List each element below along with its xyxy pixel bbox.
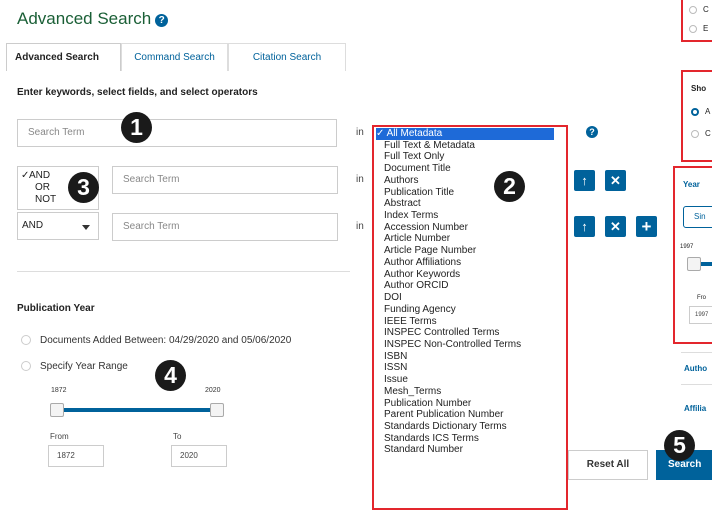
slider-min-value: 1872 bbox=[51, 387, 67, 394]
slider-max-value: 2020 bbox=[205, 387, 221, 394]
field-option[interactable]: Standards ICS Terms bbox=[376, 433, 566, 445]
reset-all-button[interactable]: Reset All bbox=[568, 450, 648, 480]
right-panel-top-box: C E bbox=[681, 0, 712, 42]
to-year-input[interactable]: 2020 bbox=[171, 445, 227, 467]
remove-row-icon[interactable]: ✕ bbox=[605, 216, 626, 237]
right-single-button[interactable]: Sin bbox=[683, 206, 712, 228]
field-option[interactable]: Index Terms bbox=[376, 210, 566, 222]
search-term-input-3[interactable]: Search Term bbox=[112, 213, 338, 241]
tab-command-search[interactable]: Command Search bbox=[121, 43, 228, 71]
field-option-selected[interactable]: ✓ All Metadata bbox=[376, 128, 554, 140]
right-from-input[interactable]: 1997 bbox=[689, 306, 712, 324]
field-option[interactable]: Publication Number bbox=[376, 398, 566, 410]
right-option-c2: C bbox=[705, 129, 711, 138]
instruction-text: Enter keywords, select fields, and selec… bbox=[17, 87, 258, 98]
field-option[interactable]: Article Number bbox=[376, 233, 566, 245]
right-option-e: E bbox=[703, 24, 709, 33]
year-range-label: Specify Year Range bbox=[40, 361, 128, 372]
field-option[interactable]: Issue bbox=[376, 374, 566, 386]
annotation-badge-2: 2 bbox=[494, 171, 525, 202]
field-option[interactable]: Author Keywords bbox=[376, 269, 566, 281]
in-label-3: in bbox=[356, 221, 364, 232]
in-label-1: in bbox=[356, 127, 364, 138]
right-radio-c[interactable] bbox=[689, 6, 697, 14]
right-show-label: Sho bbox=[691, 84, 707, 93]
from-year-input[interactable]: 1872 bbox=[48, 445, 104, 467]
check-icon: ✓ bbox=[376, 128, 385, 139]
documents-added-label: Documents Added Between: 04/29/2020 and … bbox=[40, 335, 292, 346]
help-icon[interactable]: ? bbox=[155, 14, 169, 27]
chevron-down-icon bbox=[82, 225, 90, 230]
right-divider bbox=[681, 384, 712, 385]
page-title: Advanced Search? bbox=[17, 9, 169, 29]
field-option[interactable]: ISSN bbox=[376, 362, 566, 374]
field-option[interactable]: Full Text & Metadata bbox=[376, 140, 566, 152]
right-radio-a[interactable] bbox=[691, 108, 699, 116]
field-option[interactable]: Authors bbox=[376, 175, 566, 187]
tab-advanced-search[interactable]: Advanced Search bbox=[6, 43, 121, 71]
search-term-input-2[interactable]: Search Term bbox=[112, 166, 338, 194]
tab-citation-search[interactable]: Citation Search bbox=[228, 43, 346, 71]
search-term-input-1[interactable]: Search Term bbox=[17, 119, 337, 147]
move-up-icon[interactable]: ↑ bbox=[574, 170, 595, 191]
right-slider-value: 1997 bbox=[680, 244, 694, 250]
check-icon: ✓ bbox=[21, 170, 30, 181]
radio-documents-added[interactable] bbox=[21, 335, 31, 345]
field-option[interactable]: Document Title bbox=[376, 163, 566, 175]
publication-year-label: Publication Year bbox=[17, 303, 95, 314]
annotation-badge-5: 5 bbox=[664, 430, 695, 461]
right-option-a: A bbox=[705, 107, 711, 116]
search-tabs: Advanced Search Command Search Citation … bbox=[6, 43, 346, 71]
field-option[interactable]: Parent Publication Number bbox=[376, 409, 566, 421]
field-option[interactable]: Abstract bbox=[376, 198, 566, 210]
help-icon[interactable]: ? bbox=[586, 126, 598, 138]
right-option-c: C bbox=[703, 5, 709, 14]
page-title-text: Advanced Search bbox=[17, 9, 152, 28]
field-option[interactable]: IEEE Terms bbox=[376, 316, 566, 328]
field-option[interactable]: INSPEC Controlled Terms bbox=[376, 327, 566, 339]
field-option[interactable]: Mesh_Terms bbox=[376, 386, 566, 398]
year-slider-track[interactable] bbox=[57, 408, 221, 412]
field-option[interactable]: Funding Agency bbox=[376, 304, 566, 316]
field-dropdown-list[interactable]: ✓ All Metadata Full Text & Metadata Full… bbox=[372, 125, 568, 510]
annotation-badge-1: 1 bbox=[121, 112, 152, 143]
right-from-label: Fro bbox=[697, 295, 706, 301]
annotation-badge-3: 3 bbox=[68, 172, 99, 203]
field-option[interactable]: Accession Number bbox=[376, 222, 566, 234]
right-radio-e[interactable] bbox=[689, 25, 697, 33]
right-slider-handle[interactable] bbox=[687, 257, 701, 271]
field-option[interactable]: Article Page Number bbox=[376, 245, 566, 257]
in-label-2: in bbox=[356, 174, 364, 185]
field-option[interactable]: Publication Title bbox=[376, 187, 566, 199]
right-year-label: Year bbox=[683, 180, 700, 189]
from-label: From bbox=[50, 432, 69, 441]
field-option[interactable]: DOI bbox=[376, 292, 566, 304]
operator-select[interactable]: AND bbox=[17, 212, 99, 240]
operator-select-value: AND bbox=[22, 220, 44, 231]
slider-handle-min[interactable] bbox=[50, 403, 64, 417]
right-divider bbox=[681, 352, 712, 353]
right-radio-c2[interactable] bbox=[691, 130, 699, 138]
field-option[interactable]: Full Text Only bbox=[376, 151, 566, 163]
annotation-badge-4: 4 bbox=[155, 360, 186, 391]
divider bbox=[17, 271, 350, 272]
move-up-icon[interactable]: ↑ bbox=[574, 216, 595, 237]
radio-year-range[interactable] bbox=[21, 361, 31, 371]
field-option[interactable]: Author Affiliations bbox=[376, 257, 566, 269]
field-option[interactable]: Author ORCID bbox=[376, 280, 566, 292]
slider-handle-max[interactable] bbox=[210, 403, 224, 417]
field-option[interactable]: Standard Number bbox=[376, 444, 566, 456]
field-option[interactable]: INSPEC Non-Controlled Terms bbox=[376, 339, 566, 351]
right-panel-year-box: Year Sin 1997 Fro 1997 bbox=[673, 166, 712, 344]
right-author-link[interactable]: Autho bbox=[684, 364, 707, 373]
to-label: To bbox=[173, 432, 182, 441]
add-row-icon[interactable]: + bbox=[636, 216, 657, 237]
remove-row-icon[interactable]: ✕ bbox=[605, 170, 626, 191]
right-affiliation-link[interactable]: Affilia bbox=[684, 404, 706, 413]
field-option[interactable]: Standards Dictionary Terms bbox=[376, 421, 566, 433]
right-panel-show-box: Sho A C bbox=[681, 70, 712, 162]
field-option[interactable]: ISBN bbox=[376, 351, 566, 363]
